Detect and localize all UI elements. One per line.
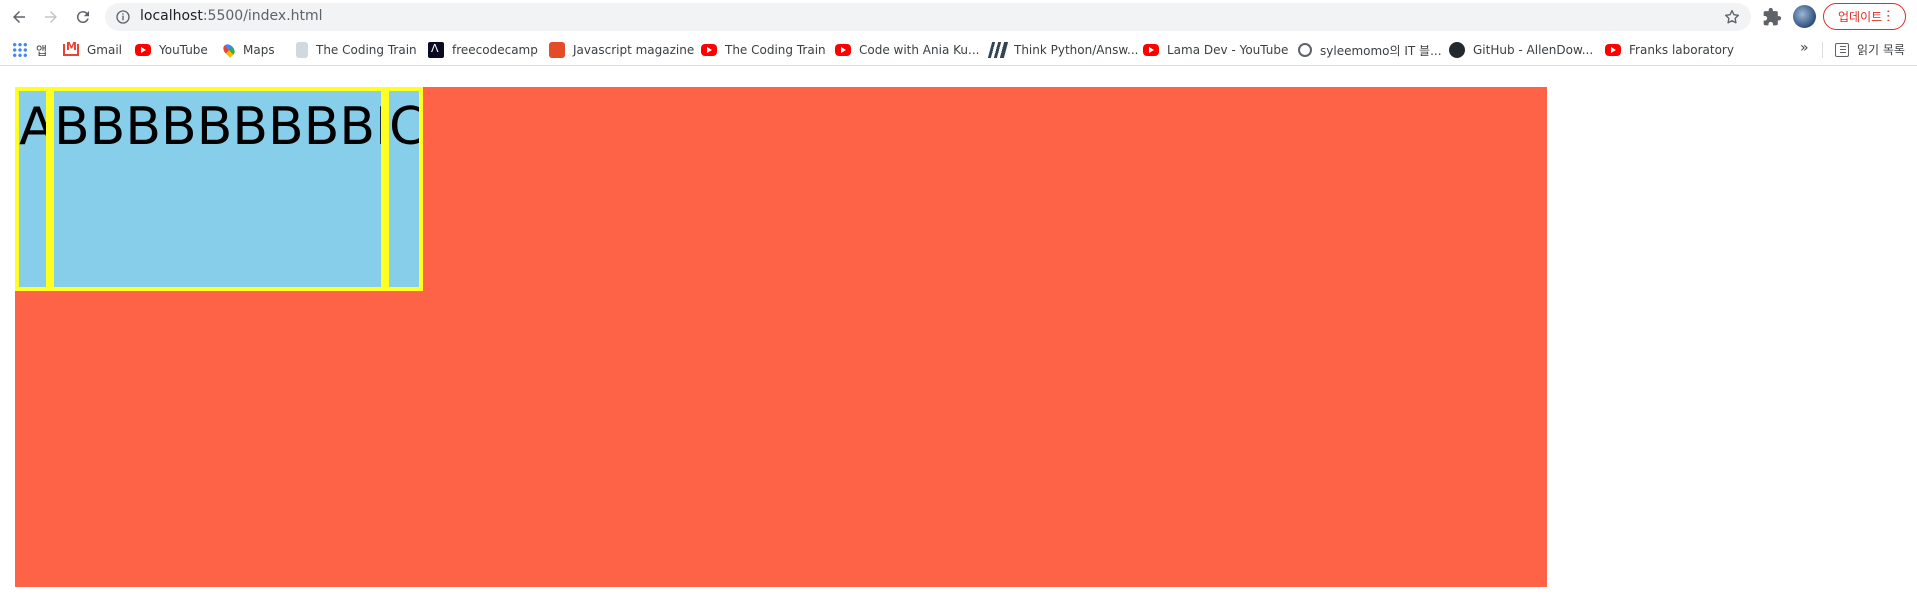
bookmark-lama-dev[interactable]: Lama Dev - YouTube [1143, 41, 1288, 59]
browser-toolbar: localhost:5500/index.html 업데이트 ⋯ [0, 0, 1917, 34]
url-path: :5500/index.html [202, 8, 323, 24]
bookmark-franks-lab[interactable]: Franks laboratory [1605, 41, 1734, 59]
js-magazine-icon [549, 42, 565, 58]
bookmark-apps[interactable]: 앱 [12, 41, 47, 59]
bookmark-github[interactable]: GitHub - AllenDow... [1449, 41, 1593, 59]
bookmarks-divider [1822, 42, 1823, 58]
flex-item-b: BBBBBBBBBB [50, 87, 385, 291]
info-icon[interactable] [115, 9, 131, 25]
bookmark-label: YouTube [159, 43, 208, 57]
coding-train-icon [296, 42, 308, 58]
bookmark-gmail[interactable]: Gmail [63, 40, 123, 59]
youtube-icon [1143, 44, 1159, 56]
maps-pin-icon [221, 42, 237, 58]
bookmark-star-icon[interactable] [1723, 8, 1741, 26]
forward-icon[interactable] [39, 5, 63, 29]
update-label: 업데이트 [1838, 10, 1883, 24]
back-icon[interactable] [7, 5, 31, 29]
flex-item-a: A [15, 87, 50, 291]
page-viewport: A BBBBBBBBBB C [0, 67, 1917, 612]
bookmark-coding-train-yt[interactable]: The Coding Train [701, 41, 826, 59]
apps-grid-icon [12, 42, 28, 58]
update-button[interactable]: 업데이트 ⋯ [1823, 3, 1906, 30]
youtube-icon [835, 44, 851, 56]
bookmark-freecodecamp[interactable]: freecodecamp [428, 41, 538, 59]
reading-list-label: 읽기 목록 [1857, 43, 1905, 57]
bookmark-label: GitHub - AllenDow... [1473, 43, 1594, 57]
extensions-puzzle-icon[interactable] [1762, 7, 1782, 27]
profile-avatar[interactable] [1793, 5, 1816, 28]
bookmark-think-python[interactable]: Think Python/Answ... [987, 41, 1139, 59]
bookmark-label: The Coding Train [725, 43, 826, 57]
reload-icon[interactable] [71, 5, 95, 29]
bookmark-label: Lama Dev - YouTube [1167, 43, 1289, 57]
bookmark-label: 앱 [36, 43, 48, 58]
bookmark-label: Think Python/Answ... [1014, 43, 1139, 57]
bookmark-label: freecodecamp [452, 43, 538, 57]
menu-kebab-icon: ⋯ [1880, 9, 1896, 23]
youtube-icon [701, 44, 717, 56]
globe-icon [1298, 43, 1312, 57]
bookmark-js-magazine[interactable]: Javascript magazine [549, 41, 694, 59]
address-bar[interactable]: localhost:5500/index.html [105, 3, 1751, 31]
youtube-icon [135, 44, 151, 56]
bookmark-label: Maps [243, 43, 275, 57]
gmail-icon [63, 40, 79, 56]
bookmark-syleemomo[interactable]: syleemomo의 IT 블... [1298, 41, 1442, 59]
bookmark-label: The Coding Train [316, 43, 417, 57]
flex-item-c: C [385, 87, 423, 291]
reading-list-button[interactable]: 읽기 목록 [1835, 41, 1905, 58]
bookmark-youtube[interactable]: YouTube [135, 41, 208, 59]
youtube-icon [1605, 44, 1621, 56]
freecodecamp-icon [428, 42, 444, 58]
bookmark-label: Gmail [87, 43, 123, 57]
think-python-icon [987, 42, 1009, 58]
url-text: localhost:5500/index.html [140, 8, 323, 24]
github-icon [1449, 42, 1465, 58]
bookmark-label: Franks laboratory [1629, 43, 1734, 57]
reading-list-icon [1835, 42, 1849, 57]
bookmark-code-with-ania[interactable]: Code with Ania Ku... [835, 41, 979, 59]
bookmark-label: Code with Ania Ku... [859, 43, 980, 57]
bookmark-maps[interactable]: Maps [221, 41, 275, 59]
bookmark-coding-train[interactable]: The Coding Train [296, 41, 417, 59]
url-host: localhost [140, 8, 203, 24]
bookmarks-overflow-icon[interactable]: » [1800, 40, 1809, 56]
bookmark-label: syleemomo의 IT 블... [1320, 43, 1442, 58]
bookmark-label: Javascript magazine [573, 43, 695, 57]
flex-container: A BBBBBBBBBB C [15, 87, 1547, 587]
bookmarks-bar: 앱 Gmail YouTube Maps The Coding Train fr… [0, 34, 1917, 66]
